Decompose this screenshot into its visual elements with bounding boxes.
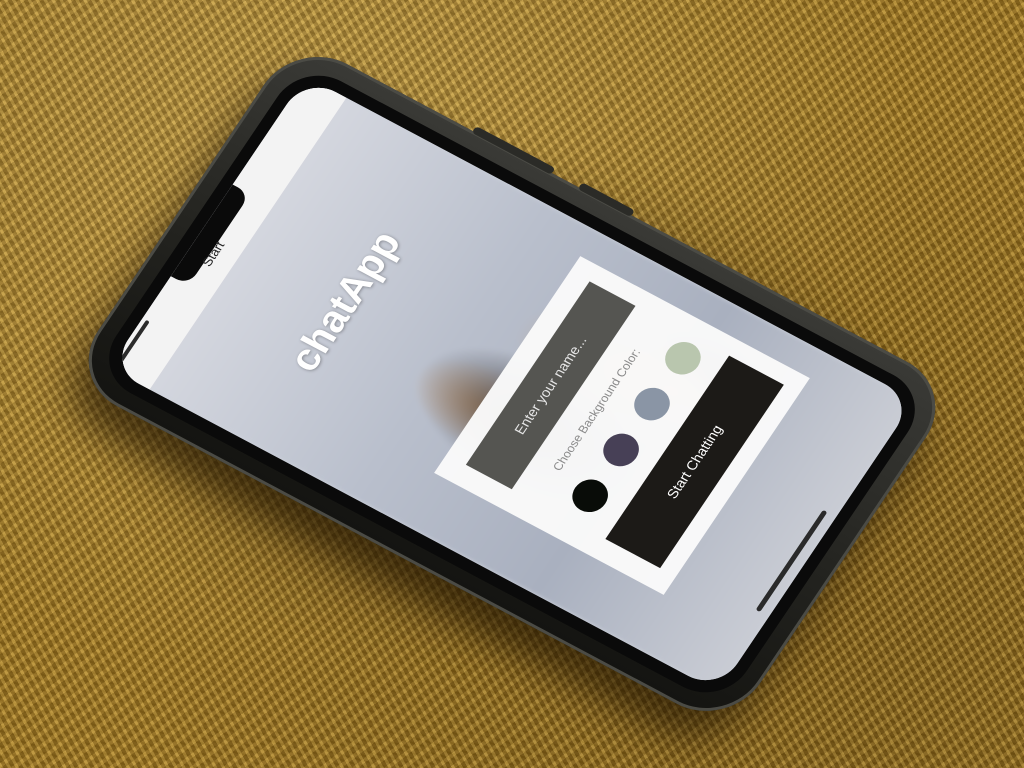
color-swatch-sage-green[interactable] [658,336,708,381]
photo-scene: Start chatApp Enter your name... Choose … [0,0,1024,768]
start-chatting-label: Start Chatting [663,422,726,502]
color-swatch-purple[interactable] [596,427,646,473]
nav-title-text: Start [199,238,228,269]
color-swatch-black[interactable] [565,473,615,518]
app-title-text: chatApp [280,224,410,379]
color-swatch-gray-blue[interactable] [627,381,677,427]
